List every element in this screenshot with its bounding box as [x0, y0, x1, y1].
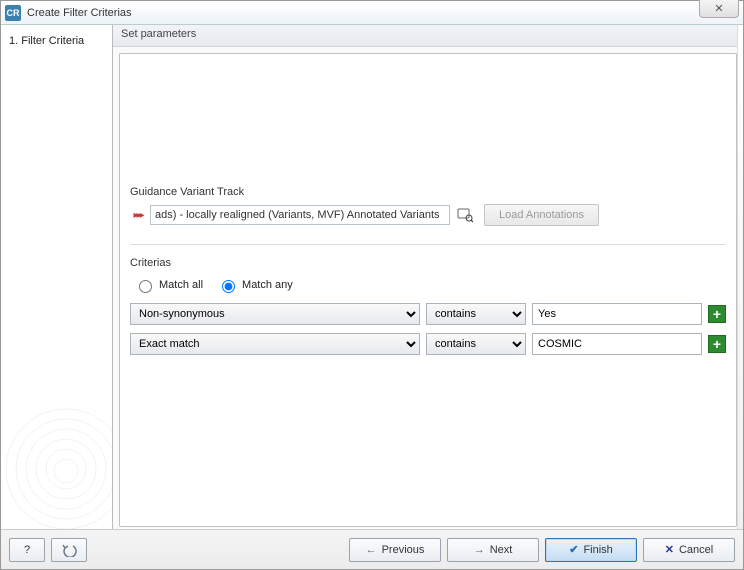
load-annotations-button[interactable]: Load Annotations: [484, 204, 599, 226]
panel-header: Set parameters: [113, 25, 743, 47]
cancel-label: Cancel: [679, 544, 713, 556]
criteria-row: Non-synonymous contains +: [130, 303, 726, 325]
match-all-radio[interactable]: Match all: [134, 277, 203, 293]
dialog-footer: ? ← Previous → Next ✔ Finish ✕ Cancel: [1, 529, 743, 569]
criteria-field-select[interactable]: Non-synonymous: [130, 303, 420, 325]
add-criteria-button[interactable]: +: [708, 335, 726, 353]
arrow-left-icon: ←: [366, 544, 377, 556]
cancel-button[interactable]: ✕ Cancel: [643, 538, 735, 562]
guidance-section-label: Guidance Variant Track: [130, 186, 726, 198]
help-icon: ?: [24, 544, 30, 556]
titlebar: CR Create Filter Criterias ✕: [1, 1, 743, 25]
criterias-section-label: Criterias: [130, 257, 726, 269]
next-label: Next: [490, 544, 513, 556]
close-button[interactable]: ✕: [699, 0, 739, 18]
criteria-value-input[interactable]: [532, 303, 702, 325]
match-mode-row: Match all Match any: [130, 277, 726, 293]
match-any-input[interactable]: [222, 280, 235, 293]
track-icon: ▸▸▸: [130, 207, 146, 223]
match-any-label: Match any: [242, 279, 293, 291]
match-any-radio[interactable]: Match any: [217, 277, 293, 293]
help-button[interactable]: ?: [9, 538, 45, 562]
guidance-row: ▸▸▸ Load Annotations: [130, 204, 726, 245]
browse-track-button[interactable]: [454, 205, 476, 225]
match-all-input[interactable]: [139, 280, 152, 293]
check-icon: ✔: [569, 543, 578, 556]
wizard-steps-sidebar: 1. Filter Criteria: [1, 25, 113, 529]
reset-button[interactable]: [51, 538, 87, 562]
dialog-body: 1. Filter Criteria Set parameters Guidan…: [1, 25, 743, 529]
main-panel: Set parameters Guidance Variant Track ▸▸…: [113, 25, 743, 529]
add-criteria-button[interactable]: +: [708, 305, 726, 323]
finish-label: Finish: [583, 544, 612, 556]
criteria-operator-select[interactable]: contains: [426, 303, 526, 325]
decorative-swirl: [1, 339, 113, 529]
browse-icon: [457, 207, 473, 223]
guidance-track-field[interactable]: [150, 205, 450, 225]
arrow-right-icon: →: [474, 544, 485, 556]
undo-icon: [61, 543, 77, 557]
dialog-window: CR Create Filter Criterias ✕ 1. Filter C…: [0, 0, 744, 570]
sidebar-item-filter-criteria[interactable]: 1. Filter Criteria: [1, 33, 112, 49]
previous-label: Previous: [382, 544, 425, 556]
window-title: Create Filter Criterias: [27, 7, 132, 19]
close-icon: ✕: [714, 2, 723, 15]
match-all-label: Match all: [159, 279, 203, 291]
cross-icon: ✕: [665, 543, 674, 556]
right-edge: [737, 25, 743, 529]
sidebar-item-label: 1. Filter Criteria: [9, 35, 84, 47]
plus-icon: +: [713, 337, 721, 351]
parameters-panel: Guidance Variant Track ▸▸▸ Load Annotati…: [119, 53, 737, 527]
criteria-value-input[interactable]: [532, 333, 702, 355]
app-icon: CR: [5, 5, 21, 21]
criteria-row: Exact match contains +: [130, 333, 726, 355]
criteria-field-select[interactable]: Exact match: [130, 333, 420, 355]
plus-icon: +: [713, 307, 721, 321]
finish-button[interactable]: ✔ Finish: [545, 538, 637, 562]
criteria-operator-select[interactable]: contains: [426, 333, 526, 355]
previous-button[interactable]: ← Previous: [349, 538, 441, 562]
next-button[interactable]: → Next: [447, 538, 539, 562]
